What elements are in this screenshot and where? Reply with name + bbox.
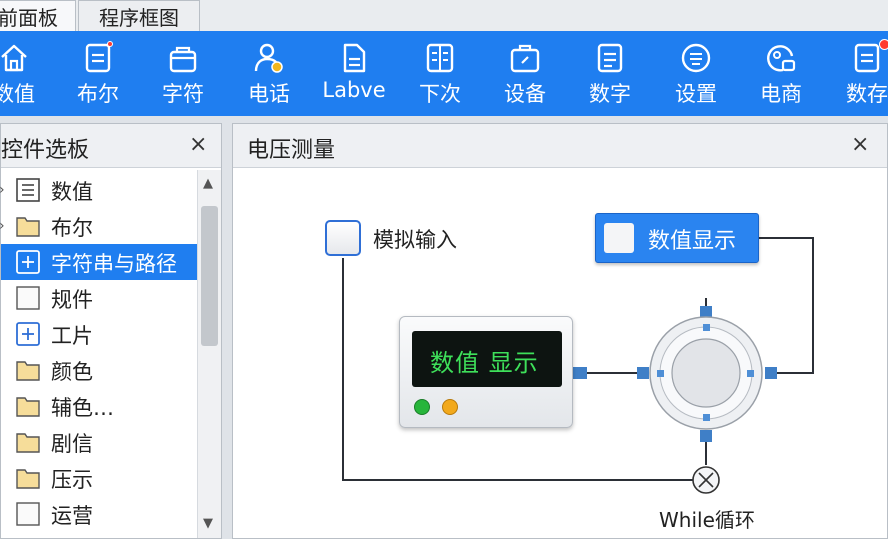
- toolbar-button-ecommerce[interactable]: 电商: [738, 31, 824, 116]
- scroll-down-icon[interactable]: ▼: [203, 516, 213, 531]
- toolbar-button-numeric[interactable]: 数值: [0, 31, 57, 116]
- toolbar-button-digital[interactable]: 数字: [567, 31, 653, 116]
- analog-input-label: 模拟输入: [373, 228, 457, 252]
- palette-item-8[interactable]: 剧信: [1, 424, 197, 460]
- palette-item-label: 数值: [51, 180, 93, 204]
- folder-icon: [16, 433, 40, 453]
- controls-palette: 控件选板 × › 数值 › 布尔 字符串与路径 规件 工片 颜色: [0, 123, 222, 539]
- vi-panel-title: 电压测量: [247, 138, 336, 163]
- indicator-label: 数值显示: [648, 229, 737, 254]
- palette-item-label: 字符串与路径: [51, 252, 177, 276]
- toolbar-button-phone[interactable]: 电话: [226, 31, 312, 116]
- palette-item-5[interactable]: 工片: [1, 316, 197, 352]
- device-screen: 数值 显示: [412, 331, 562, 387]
- palette-item-label: 运营: [51, 504, 93, 528]
- palette-item-string-path[interactable]: 字符串与路径: [1, 244, 197, 280]
- blank-doc-icon: [16, 286, 40, 310]
- palette-header: 控件选板 ×: [1, 124, 221, 168]
- toolbar-label: 布尔: [77, 82, 119, 106]
- yellow-led-icon: [442, 399, 458, 415]
- indicator-box: [604, 223, 634, 253]
- toolbar-button-device[interactable]: 设备: [482, 31, 568, 116]
- toolbar-label: 数值: [0, 82, 35, 106]
- toolbar-button-storage[interactable]: 数存: [824, 31, 888, 116]
- palette-title: 控件选板: [1, 138, 90, 163]
- green-led-icon: [414, 399, 430, 415]
- scroll-thumb[interactable]: [201, 206, 218, 346]
- while-loop-label: While循环: [659, 508, 755, 532]
- circle-menu-icon: [681, 43, 711, 73]
- toolbar-label: 字符: [162, 82, 204, 106]
- expand-chevron-icon[interactable]: ›: [0, 182, 5, 198]
- toolbar-label: 设置: [675, 82, 717, 106]
- list-icon: [16, 178, 40, 202]
- toolbar-label: 电话: [248, 82, 290, 106]
- briefcase-icon: [510, 44, 540, 73]
- expand-chevron-icon[interactable]: ›: [0, 218, 5, 234]
- ring-knob-icon[interactable]: [646, 313, 766, 433]
- toolbar-label: Labve: [322, 78, 386, 102]
- palette-item-boolean[interactable]: › 布尔: [0, 208, 197, 244]
- analog-input-control[interactable]: [325, 220, 361, 256]
- palette-item-10[interactable]: 运营: [1, 496, 197, 532]
- vi-panel-close-icon[interactable]: ×: [851, 134, 869, 156]
- palette-item-label: 压示: [51, 468, 93, 492]
- tab-label: 程序框图: [99, 5, 179, 30]
- toolbar-label: 下次: [419, 82, 461, 106]
- tab-label: 前面板: [0, 5, 58, 30]
- folder-icon: [16, 469, 40, 489]
- palette-item-4[interactable]: 规件: [1, 280, 197, 316]
- file-icon: [343, 43, 366, 73]
- palette-scrollbar[interactable]: ▲ ▼: [197, 170, 221, 538]
- device-screen-text: 数值 显示: [430, 349, 539, 377]
- blank-doc-icon: [16, 502, 40, 526]
- toolbar-label: 电商: [760, 82, 802, 106]
- palette-item-numeric[interactable]: › 数值: [0, 172, 197, 208]
- tab-front-panel[interactable]: 前面板: [0, 0, 76, 31]
- folder-icon: [16, 361, 40, 381]
- plus-box-icon: [16, 322, 40, 346]
- folder-icon: [16, 397, 40, 417]
- list-doc-icon: [597, 43, 623, 73]
- palette-item-label: 辅色…: [51, 396, 114, 420]
- toolbar-label: 数字: [589, 82, 631, 106]
- palette-item-label: 规件: [51, 288, 93, 312]
- toolbar-button-labview[interactable]: Labve: [311, 31, 397, 116]
- scroll-up-icon[interactable]: ▲: [203, 176, 213, 191]
- palette-item-7[interactable]: 辅色…: [1, 388, 197, 424]
- toolbar-button-next[interactable]: 下次: [397, 31, 483, 116]
- while-loop-stop-icon[interactable]: [691, 465, 721, 495]
- vi-panel-header: 电压测量 ×: [233, 124, 887, 168]
- vi-panel: 电压测量 × 模拟输入 数值显示 数值 显示 While循环: [232, 123, 888, 539]
- tab-bar: 前面板 程序框图: [0, 0, 888, 31]
- tab-block-diagram[interactable]: 程序框图: [78, 0, 200, 31]
- palette-item-label: 布尔: [51, 216, 93, 240]
- palette-close-icon[interactable]: ×: [189, 134, 207, 156]
- numeric-display-indicator[interactable]: 数值显示: [595, 213, 759, 263]
- user-icon: [254, 43, 283, 73]
- notification-badge: [879, 39, 888, 50]
- toolbar-button-boolean[interactable]: 布尔: [55, 31, 141, 116]
- toolbar-label: 设备: [504, 82, 546, 106]
- toolbar-button-settings[interactable]: 设置: [653, 31, 739, 116]
- palette-item-color[interactable]: 颜色: [1, 352, 197, 388]
- toolbar-label: 数存: [846, 82, 888, 106]
- toolbar: 数值 布尔 字符 电话 Labve 下次 设备 数字 设置 电商 数存: [0, 31, 888, 116]
- palette-item-label: 工片: [51, 324, 93, 348]
- display-device[interactable]: 数值 显示: [399, 316, 573, 428]
- toolbar-button-string[interactable]: 字符: [140, 31, 226, 116]
- palette-item-9[interactable]: 压示: [1, 460, 197, 496]
- notification-badge: [107, 41, 113, 47]
- folder-icon: [16, 217, 40, 237]
- home-icon: [1, 44, 27, 72]
- plus-box-icon: [16, 250, 40, 274]
- palette-item-label: 剧信: [51, 432, 93, 456]
- cart-icon: [767, 45, 796, 72]
- notes-icon: [426, 43, 454, 73]
- bag-icon: [169, 46, 197, 73]
- front-panel-canvas[interactable]: 模拟输入 数值显示 数值 显示 While循环: [233, 168, 887, 538]
- palette-item-label: 颜色: [51, 360, 93, 384]
